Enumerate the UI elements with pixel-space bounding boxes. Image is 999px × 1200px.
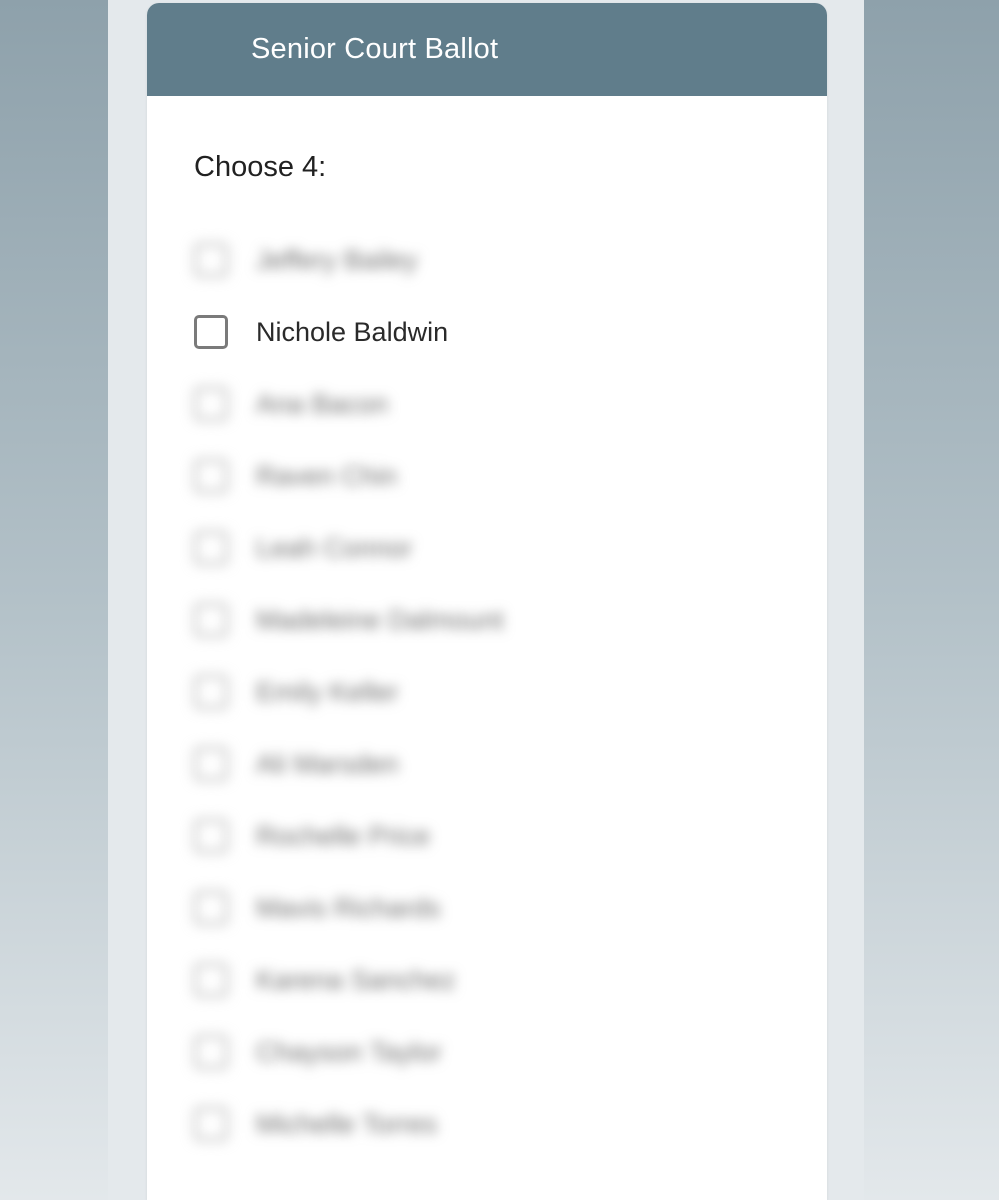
ballot-body: Choose 4: Jeffery Bailey Nichole Baldwin…: [147, 150, 827, 1160]
checkbox[interactable]: [194, 459, 228, 493]
candidate-name: Mavis Richards: [256, 892, 441, 923]
checkbox[interactable]: [194, 1035, 228, 1069]
candidate-option[interactable]: Ali Marsden: [194, 728, 827, 800]
candidate-name: Leah Connor: [256, 532, 413, 563]
candidate-option[interactable]: Nichole Baldwin: [194, 296, 827, 368]
ballot-header: Senior Court Ballot: [147, 3, 827, 96]
candidate-option[interactable]: Raven Chin: [194, 440, 827, 512]
candidate-option[interactable]: Chayson Taylor: [194, 1016, 827, 1088]
candidate-option[interactable]: Madeleine Dalmount: [194, 584, 827, 656]
candidate-name: Nichole Baldwin: [256, 316, 449, 347]
choose-instruction: Choose 4:: [194, 151, 327, 183]
checkbox[interactable]: [194, 603, 228, 637]
candidate-option[interactable]: Ana Bacon: [194, 368, 827, 440]
candidate-name: Rochelle Price: [256, 820, 431, 851]
candidate-name: Jeffery Bailey: [256, 244, 418, 275]
candidate-option[interactable]: Mavis Richards: [194, 872, 827, 944]
checkbox[interactable]: [194, 315, 228, 349]
candidate-option[interactable]: Rochelle Price: [194, 800, 827, 872]
candidate-list: Jeffery Bailey Nichole Baldwin Ana Bacon…: [194, 224, 827, 1160]
checkbox[interactable]: [194, 531, 228, 565]
ballot-card: Senior Court Ballot Choose 4: Jeffery Ba…: [147, 3, 827, 1200]
candidate-name: Madeleine Dalmount: [256, 604, 504, 635]
checkbox[interactable]: [194, 1107, 228, 1141]
candidate-name: Ali Marsden: [256, 748, 399, 779]
candidate-name: Michelle Torres: [256, 1108, 438, 1139]
candidate-option[interactable]: Michelle Torres: [194, 1088, 827, 1160]
checkbox[interactable]: [194, 675, 228, 709]
checkbox[interactable]: [194, 819, 228, 853]
checkbox[interactable]: [194, 243, 228, 277]
checkbox[interactable]: [194, 747, 228, 781]
candidate-name: Raven Chin: [256, 460, 398, 491]
candidate-name: Karena Sanchez: [256, 964, 456, 995]
checkbox[interactable]: [194, 387, 228, 421]
candidate-name: Emily Keller: [256, 676, 399, 707]
candidate-option[interactable]: Jeffery Bailey: [194, 224, 827, 296]
candidate-option[interactable]: Karena Sanchez: [194, 944, 827, 1016]
checkbox[interactable]: [194, 963, 228, 997]
candidate-name: Ana Bacon: [256, 388, 389, 419]
ballot-title: Senior Court Ballot: [251, 33, 499, 65]
candidate-option[interactable]: Emily Keller: [194, 656, 827, 728]
checkbox[interactable]: [194, 891, 228, 925]
candidate-name: Chayson Taylor: [256, 1036, 442, 1067]
candidate-option[interactable]: Leah Connor: [194, 512, 827, 584]
